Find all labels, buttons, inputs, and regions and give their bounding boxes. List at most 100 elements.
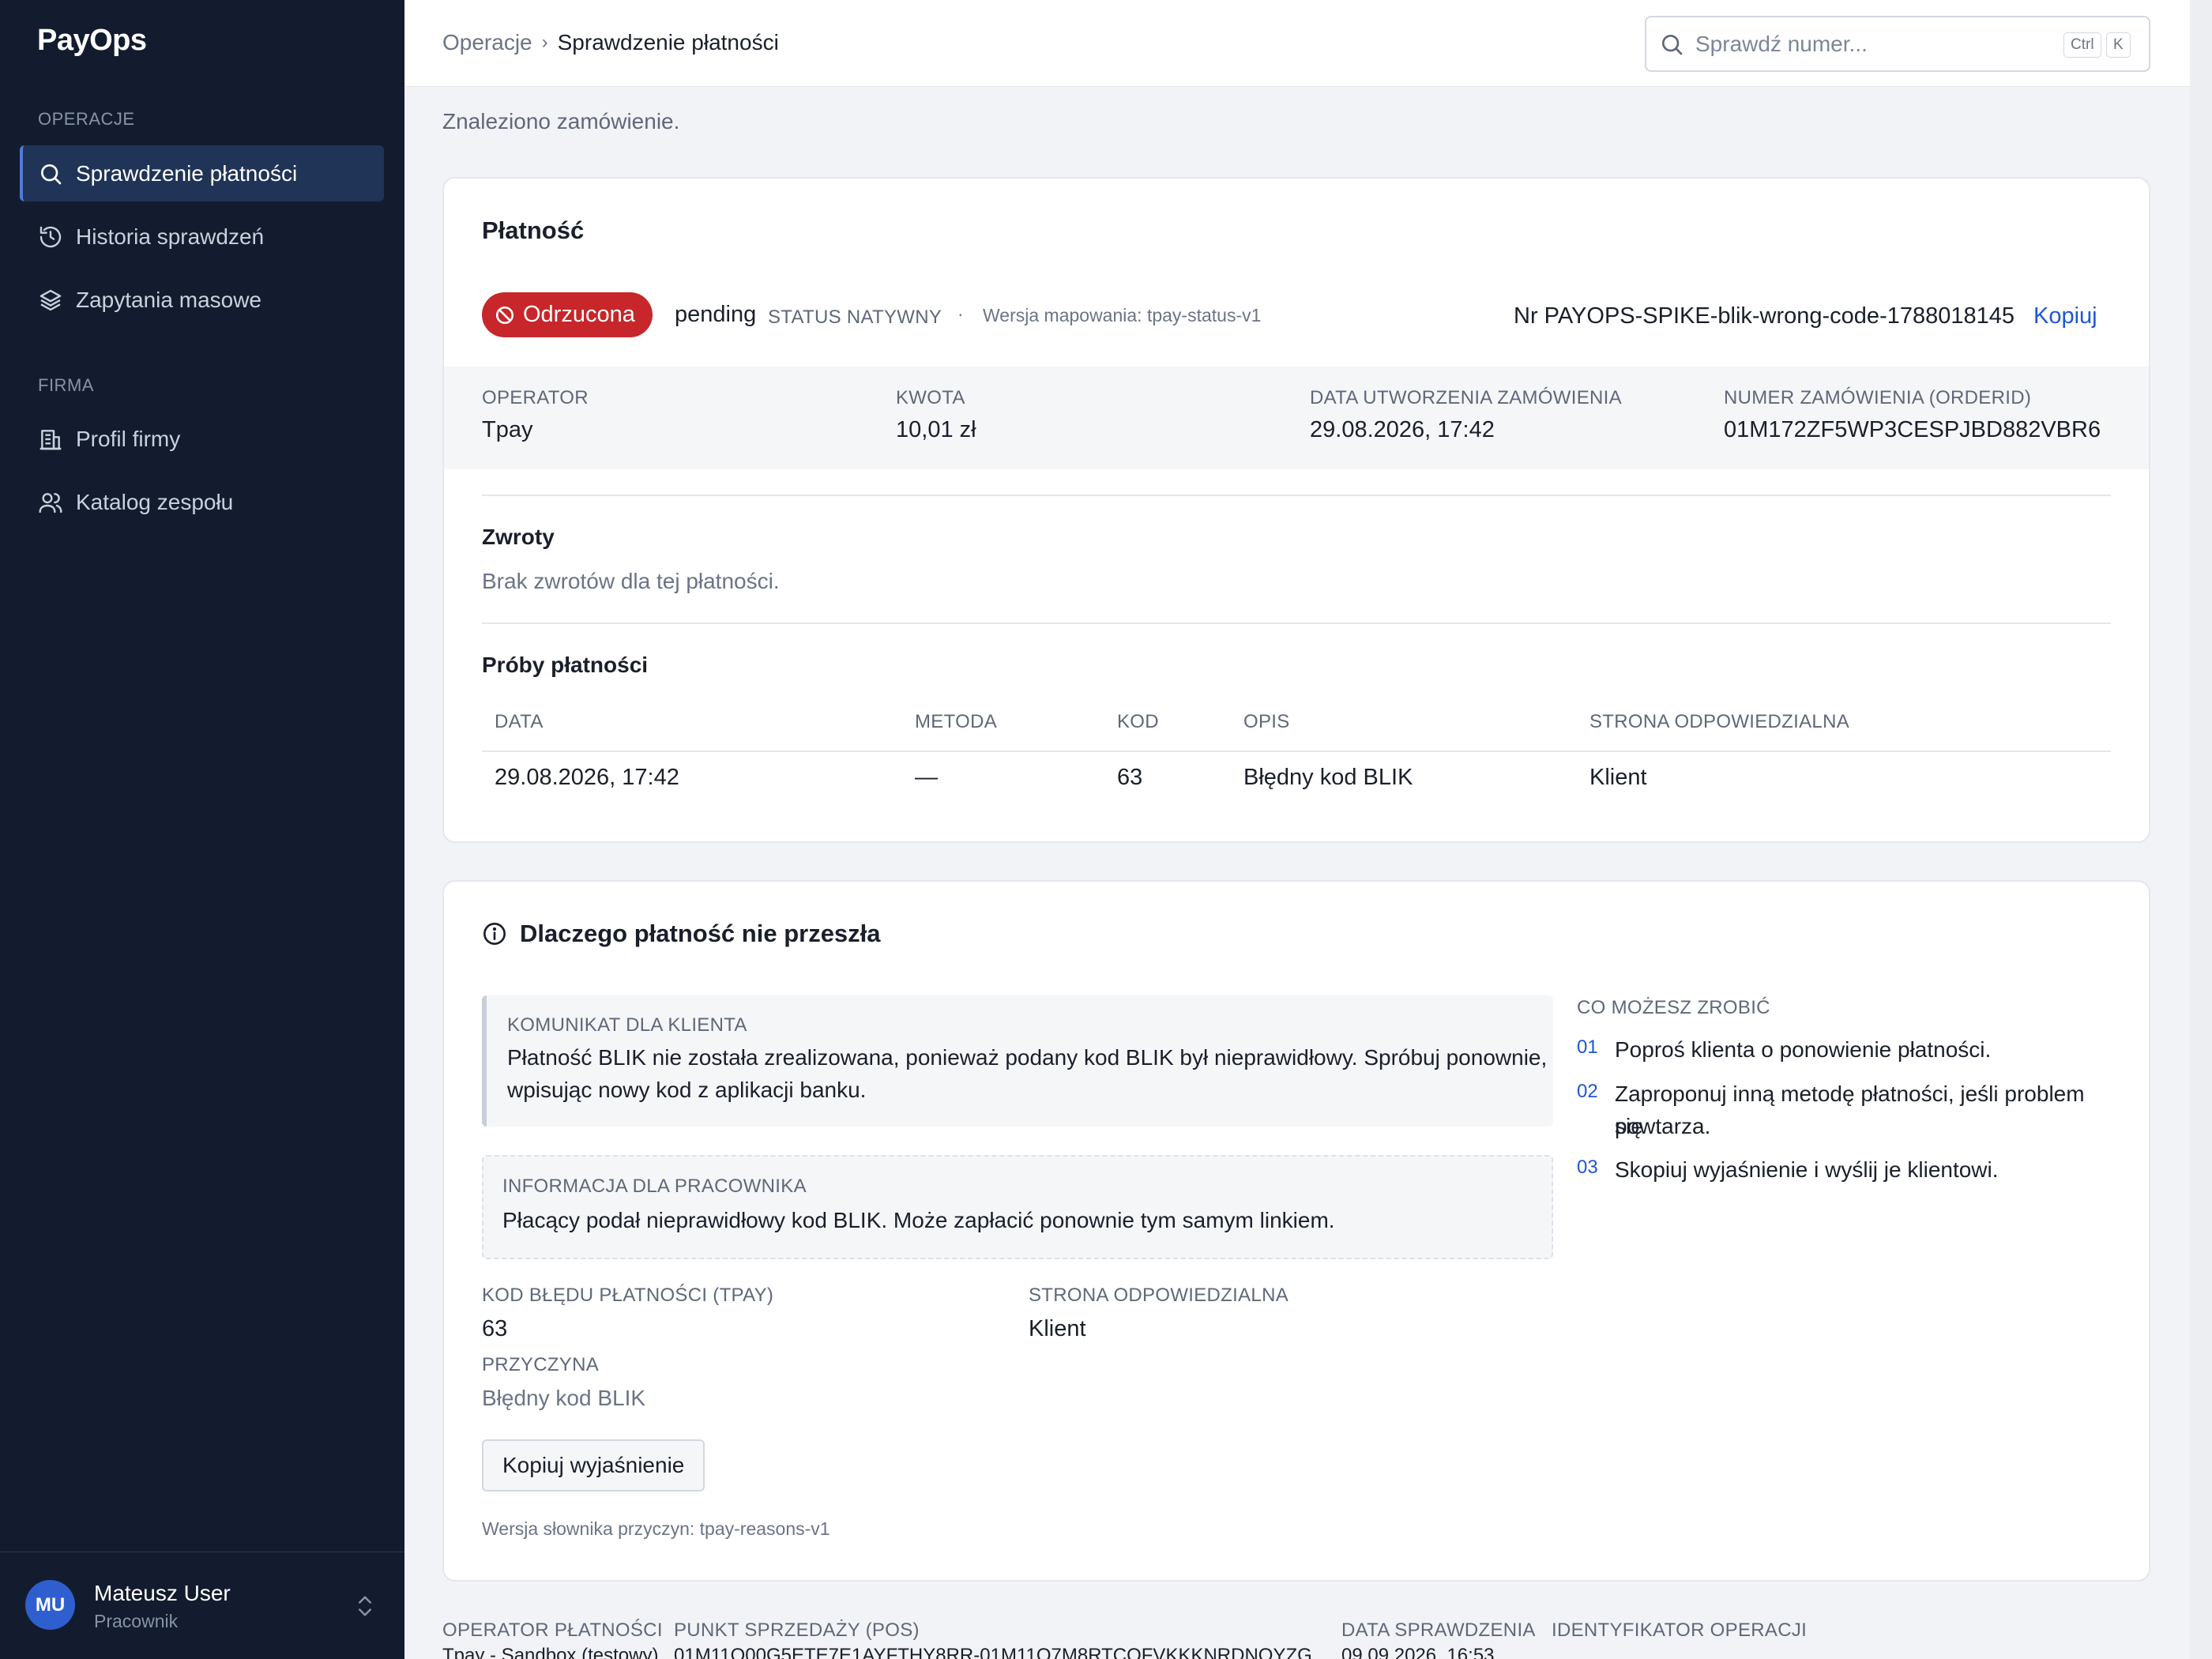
search-icon [1662, 34, 1683, 55]
sidebar-item-bulk-queries[interactable]: Zapytania masowe [20, 272, 384, 328]
nav-section-company: FIRMA [38, 375, 94, 395]
sidebar-item-label: Profil firmy [76, 426, 181, 451]
mapping-version: Wersja mapowania: tpay-status-v1 [983, 305, 1262, 325]
staff-info-box: INFORMACJA DLA PRACOWNIKA Płacący podał … [482, 1155, 1553, 1259]
client-message-label: KOMUNIKAT DLA KLIENTA [507, 1014, 747, 1036]
user-menu[interactable]: MU Mateusz User Pracownik [0, 1552, 404, 1659]
staff-info-text: Płacący podał nieprawidłowy kod BLIK. Mo… [502, 1208, 1335, 1232]
building-icon [38, 427, 63, 452]
separator-dot: · [957, 303, 964, 324]
page-scrollbar[interactable] [2190, 0, 2212, 1659]
amount-label: KWOTA [896, 387, 965, 408]
sidebar-item-label: Sprawdzenie płatności [76, 160, 298, 186]
reason-value: Błędny kod BLIK [482, 1386, 646, 1410]
breadcrumb-parent[interactable]: Operacje [442, 30, 532, 55]
shortcut-key-k: K [2106, 32, 2131, 58]
staff-info-label: INFORMACJA DLA PRACOWNIKA [502, 1176, 807, 1197]
sidebar-item-company-profile[interactable]: Profil firmy [20, 411, 384, 467]
ban-icon [495, 306, 514, 324]
status-badge-label: Odrzucona [523, 302, 635, 327]
user-role: Pracownik [94, 1611, 179, 1631]
search-input[interactable] [1695, 31, 2027, 57]
sidebar-item-label: Zapytania masowe [76, 287, 262, 312]
refunds-title: Zwroty [482, 525, 555, 549]
info-icon [483, 923, 506, 945]
column-header-method: METODA [915, 711, 998, 732]
operator-value: Tpay [482, 417, 533, 442]
step-number: 01 [1577, 1036, 1598, 1058]
table-header-divider [482, 750, 2111, 752]
lookup-status-message: Znaleziono zamówienie. [442, 109, 680, 134]
column-header-date: DATA [495, 711, 544, 732]
pos-label: PUNKT SPRZEDAŻY (POS) [674, 1620, 920, 1641]
order-id-label: NUMER ZAMÓWIENIA (ORDERID) [1724, 387, 2032, 408]
search-box[interactable]: Ctrl K [1645, 16, 2150, 72]
next-steps-label: CO MOŻESZ ZROBIĆ [1577, 997, 1770, 1018]
responsible-party-label: STRONA ODPOWIEDZIALNA [1029, 1285, 1289, 1306]
check-date-value: 09.09.2026, 16:53 [1341, 1645, 1495, 1659]
payment-number: Nr PAYOPS-SPIKE-blik-wrong-code-17880181… [1514, 303, 2015, 329]
amount-value: 10,01 zł [896, 417, 976, 442]
sidebar-item-history[interactable]: Historia sprawdzeń [20, 209, 384, 265]
created-date-value: 29.08.2026, 17:42 [1310, 417, 1495, 442]
sidebar: PayOps OPERACJE Sprawdzenie płatności Hi… [0, 0, 404, 1659]
operation-id-label: IDENTYFIKATOR OPERACJI [1552, 1620, 1808, 1641]
error-code-label: KOD BŁĘDU PŁATNOŚCI (TPAY) [482, 1285, 774, 1306]
chevron-up-down-icon[interactable] [354, 1592, 376, 1620]
search-icon [38, 161, 63, 186]
copy-number-button[interactable]: Kopiuj [2033, 303, 2097, 329]
column-header-code: KOD [1117, 711, 1159, 732]
payment-card-title: Płatność [482, 216, 585, 244]
client-message-box: KOMUNIKAT DLA KLIENTA Płatność BLIK nie … [482, 995, 1553, 1127]
step-number: 03 [1577, 1157, 1598, 1178]
divider [482, 623, 2111, 624]
reasons-dictionary-version: Wersja słownika przyczyn: tpay-reasons-v… [482, 1518, 830, 1539]
column-header-description: OPIS [1243, 711, 1290, 732]
attempt-method: — [915, 765, 938, 790]
divider [482, 495, 2111, 496]
sidebar-item-team-directory[interactable]: Katalog zespołu [20, 474, 384, 530]
error-code-value: 63 [482, 1316, 508, 1341]
client-message-line-1: Płatność BLIK nie została zrealizowana, … [507, 1045, 1548, 1070]
payment-card: Płatność Odrzucona pending STATUS NATYWN… [442, 177, 2150, 843]
users-icon [38, 490, 63, 515]
breadcrumb-current: Sprawdzenie płatności [557, 30, 779, 55]
payment-summary: OPERATOR Tpay KWOTA 10,01 zł DATA UTWORZ… [444, 367, 2149, 469]
responsible-party-value: Klient [1029, 1316, 1086, 1341]
attempt-code: 63 [1117, 765, 1143, 790]
nav-section-operations: OPERACJE [38, 109, 135, 129]
column-header-responsible-party: STRONA ODPOWIEDZIALNA [1589, 711, 1850, 732]
payment-operator-value: Tpay - Sandbox (testowy) [442, 1645, 659, 1659]
check-date-label: DATA SPRAWDZENIA [1341, 1620, 1536, 1641]
history-icon [38, 224, 63, 250]
status-badge: Odrzucona [482, 292, 653, 337]
avatar: MU [25, 1580, 75, 1630]
app-logo[interactable]: PayOps [37, 24, 147, 58]
step-number: 02 [1577, 1081, 1598, 1102]
failure-explanation-title: Dlaczego płatność nie przeszła [520, 920, 881, 947]
copy-explanation-button[interactable]: Kopiuj wyjaśnienie [482, 1439, 705, 1492]
attempts-title: Próby płatności [482, 653, 649, 677]
step-text-continued: powtarza. [1615, 1114, 1711, 1138]
layers-icon [38, 288, 63, 313]
sidebar-item-label: Katalog zespołu [76, 489, 234, 514]
breadcrumb: Operacje › Sprawdzenie płatności [442, 30, 779, 55]
pos-value: 01M11Q00G5ETE7E1AYFTHY8RR-01M11Q7M8RTCQF… [674, 1645, 1312, 1659]
native-status-label: STATUS NATYWNY [768, 307, 942, 328]
breadcrumb-separator: › [541, 32, 548, 53]
reason-label: PRZYCZYNA [482, 1354, 600, 1375]
created-date-label: DATA UTWORZENIA ZAMÓWIENIA [1310, 387, 1622, 408]
attempt-responsible-party: Klient [1589, 765, 1647, 790]
step-text: Poproś klienta o ponowienie płatności. [1615, 1037, 1992, 1062]
sidebar-item-label: Historia sprawdzeń [76, 224, 265, 249]
sidebar-item-payment-check[interactable]: Sprawdzenie płatności [20, 145, 384, 201]
failure-explanation-card: Dlaczego płatność nie przeszła KOMUNIKAT… [442, 880, 2150, 1582]
step-text: Skopiuj wyjaśnienie i wyślij je klientow… [1615, 1157, 1999, 1182]
topbar: Operacje › Sprawdzenie płatności Ctrl K [404, 0, 2190, 87]
attempt-date: 29.08.2026, 17:42 [495, 765, 679, 790]
user-name: Mateusz User [94, 1581, 231, 1605]
client-message-line-2: wpisując nowy kod z aplikacji banku. [507, 1078, 867, 1102]
order-id-value[interactable]: 01M172ZF5WP3CESPJBD882VBR6 [1724, 417, 2101, 443]
operator-label: OPERATOR [482, 387, 589, 408]
payment-operator-label: OPERATOR PŁATNOŚCI [442, 1620, 663, 1641]
